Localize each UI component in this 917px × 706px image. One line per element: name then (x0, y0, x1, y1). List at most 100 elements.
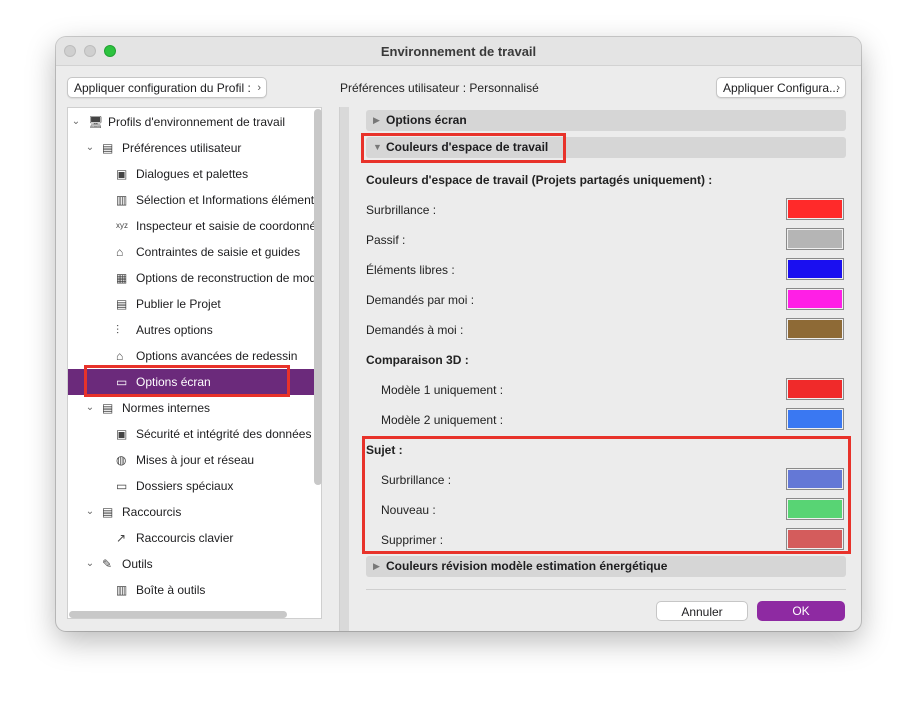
chevron-down-icon[interactable]: ⌄ (85, 499, 95, 525)
tree-item-label: Dialogues et palettes (136, 167, 249, 181)
tree-horizontal-scrollbar[interactable] (69, 611, 287, 618)
ok-button[interactable]: OK (757, 601, 845, 621)
compare-color-swatch[interactable] (786, 378, 844, 400)
section-workspace-colors-label: Couleurs d'espace de travail (386, 140, 549, 154)
chevron-down-icon[interactable]: ⌄ (85, 135, 95, 161)
tree-item-label: Raccourcis (122, 505, 182, 519)
folder-icon: ▭ (116, 479, 128, 493)
mouse-icon: ⌂ (116, 245, 124, 259)
tree-item-label: Boîte à outils (136, 583, 206, 597)
compare-row-label: Modèle 1 uniquement : (381, 383, 504, 397)
subject-row-label: Supprimer : (381, 533, 444, 547)
tree-item-label: Normes internes (122, 401, 211, 415)
tree-item-label: Autres options (136, 323, 213, 337)
color-swatch[interactable] (786, 288, 844, 310)
tree-item[interactable]: ▭ Options écran (68, 369, 321, 395)
settings-tree: ⌄ 🖥 Profils d'environnement de travail ⌄ ▤ Pr… (67, 107, 322, 619)
subject-color-swatch[interactable] (786, 468, 844, 490)
tree-item[interactable]: ⌄ 🖥 Profils d'environnement de travail (68, 109, 321, 135)
tree-item[interactable]: ⌂ Options avancées de redessin (68, 343, 321, 369)
footer-separator (366, 589, 846, 590)
security-icon: ▣ (116, 427, 128, 441)
compare-row-label: Modèle 2 uniquement : (381, 413, 504, 427)
disclosure-right-icon: ▶ (373, 561, 380, 571)
color-swatch[interactable] (786, 258, 844, 280)
chevron-down-icon[interactable]: ⌄ (71, 109, 81, 135)
toolbox-icon: ▥ (116, 583, 128, 597)
tree-item[interactable]: ⌄ ▤ Raccourcis (68, 499, 321, 525)
subject-row-label: Nouveau : (381, 503, 436, 517)
cancel-button[interactable]: Annuler (656, 601, 748, 621)
keyboard-shortcut-icon: ↗ (116, 531, 127, 545)
tree-item-label: Options avancées de redessin (136, 349, 298, 363)
preferences-window: Environnement de travail Appliquer confi… (56, 37, 861, 631)
section-workspace-colors[interactable]: ▼ Couleurs d'espace de travail (366, 137, 846, 158)
section-energy-colors[interactable]: ▶ Couleurs révision modèle estimation én… (366, 556, 846, 577)
color-row-label: Passif : (366, 233, 406, 247)
apply-configuration-label: Appliquer Configura... (723, 81, 840, 95)
tree-item-label: Outils (122, 557, 153, 571)
tree-item-label: Inspecteur et saisie de coordonnées (136, 219, 322, 233)
tree-item[interactable]: ▥ Sélection et Informations élément (68, 187, 321, 213)
tree-item[interactable]: ▤ Publier le Projet (68, 291, 321, 317)
tree-item-label: Préférences utilisateur (122, 141, 242, 155)
workspace-colors-header: Couleurs d'espace de travail (Projets pa… (366, 173, 713, 187)
color-swatch[interactable] (786, 228, 844, 250)
tree-item-label: Options écran (136, 375, 211, 389)
blocks-icon: ▦ (116, 271, 128, 285)
chevron-right-icon: › (257, 82, 261, 94)
chevron-down-icon[interactable]: ⌄ (85, 395, 95, 421)
sliders-icon: ⫶ (116, 323, 120, 337)
compare-color-swatch[interactable] (786, 408, 844, 430)
tree-item-label: Mises à jour et réseau (136, 453, 255, 467)
color-row-label: Demandés par moi : (366, 293, 475, 307)
tree-item-label: Contraintes de saisie et guides (136, 245, 301, 259)
color-row-label: Surbrillance : (366, 203, 437, 217)
tree-item[interactable]: ◍ Mises à jour et réseau (68, 447, 321, 473)
apply-profile-button[interactable]: Appliquer configuration du Profil : › (67, 77, 267, 98)
tree-item[interactable]: ⌄ ✎ Outils (68, 551, 321, 577)
title-bar: Environnement de travail (56, 37, 861, 66)
subject-row-label: Surbrillance : (381, 473, 452, 487)
globe-icon: ◍ (116, 453, 127, 467)
tree-item[interactable]: xyz Inspecteur et saisie de coordonnées (68, 213, 322, 239)
tree-item[interactable]: ▣ Sécurité et intégrité des données (68, 421, 321, 447)
screen-icon: ▭ (116, 375, 128, 389)
section-screen-options[interactable]: ▶ Options écran (366, 110, 846, 131)
user-prefs-status: Préférences utilisateur : Personnalisé (340, 81, 539, 95)
tree-item[interactable]: ▣ Dialogues et palettes (68, 161, 321, 187)
chevron-down-icon[interactable]: ⌄ (85, 551, 95, 577)
chevron-right-icon: › (836, 82, 840, 94)
tree-item[interactable]: ⌄ ▤ Préférences utilisateur (68, 135, 321, 161)
tree-item[interactable]: ↗ Raccourcis clavier (68, 525, 321, 551)
publish-icon: ▤ (116, 297, 128, 311)
tree-item[interactable]: ▭ Dossiers spéciaux (68, 473, 321, 499)
user-prefs-icon: ▤ (102, 141, 114, 155)
apply-profile-label: Appliquer configuration du Profil : (74, 81, 251, 95)
tree-vertical-scrollbar[interactable] (314, 109, 322, 485)
tree-item-label: Options de reconstruction de modè (136, 271, 322, 285)
subject-color-swatch[interactable] (786, 528, 844, 550)
tree-item[interactable]: ▥ Boîte à outils (68, 577, 321, 603)
color-row-label: Demandés à moi : (366, 323, 464, 337)
tree-item-label: Profils d'environnement de travail (108, 115, 286, 129)
tree-item[interactable]: ⌂ Contraintes de saisie et guides (68, 239, 321, 265)
tree-item[interactable]: ⫶ Autres options (68, 317, 321, 343)
compare-3d-header: Comparaison 3D : (366, 353, 469, 367)
tree-item-label: Publier le Projet (136, 297, 221, 311)
tree-item[interactable]: ▦ Options de reconstruction de modè (68, 265, 322, 291)
apply-configuration-button[interactable]: Appliquer Configura... › (716, 77, 846, 98)
tree-item-label: Dossiers spéciaux (136, 479, 234, 493)
subject-color-swatch[interactable] (786, 498, 844, 520)
standards-icon: ▤ (102, 401, 114, 415)
disclosure-right-icon: ▶ (373, 115, 380, 125)
tools-icon: ✎ (102, 557, 113, 571)
tree-item[interactable]: ⌄ ▤ Normes internes (68, 395, 321, 421)
tree-item-label: Sécurité et intégrité des données (136, 427, 312, 441)
disclosure-down-icon: ▼ (373, 142, 382, 152)
color-row-label: Éléments libres : (366, 263, 455, 277)
monitor-gear-icon: 🖥 (88, 115, 104, 129)
color-swatch[interactable] (786, 198, 844, 220)
color-swatch[interactable] (786, 318, 844, 340)
split-divider[interactable] (339, 107, 349, 631)
